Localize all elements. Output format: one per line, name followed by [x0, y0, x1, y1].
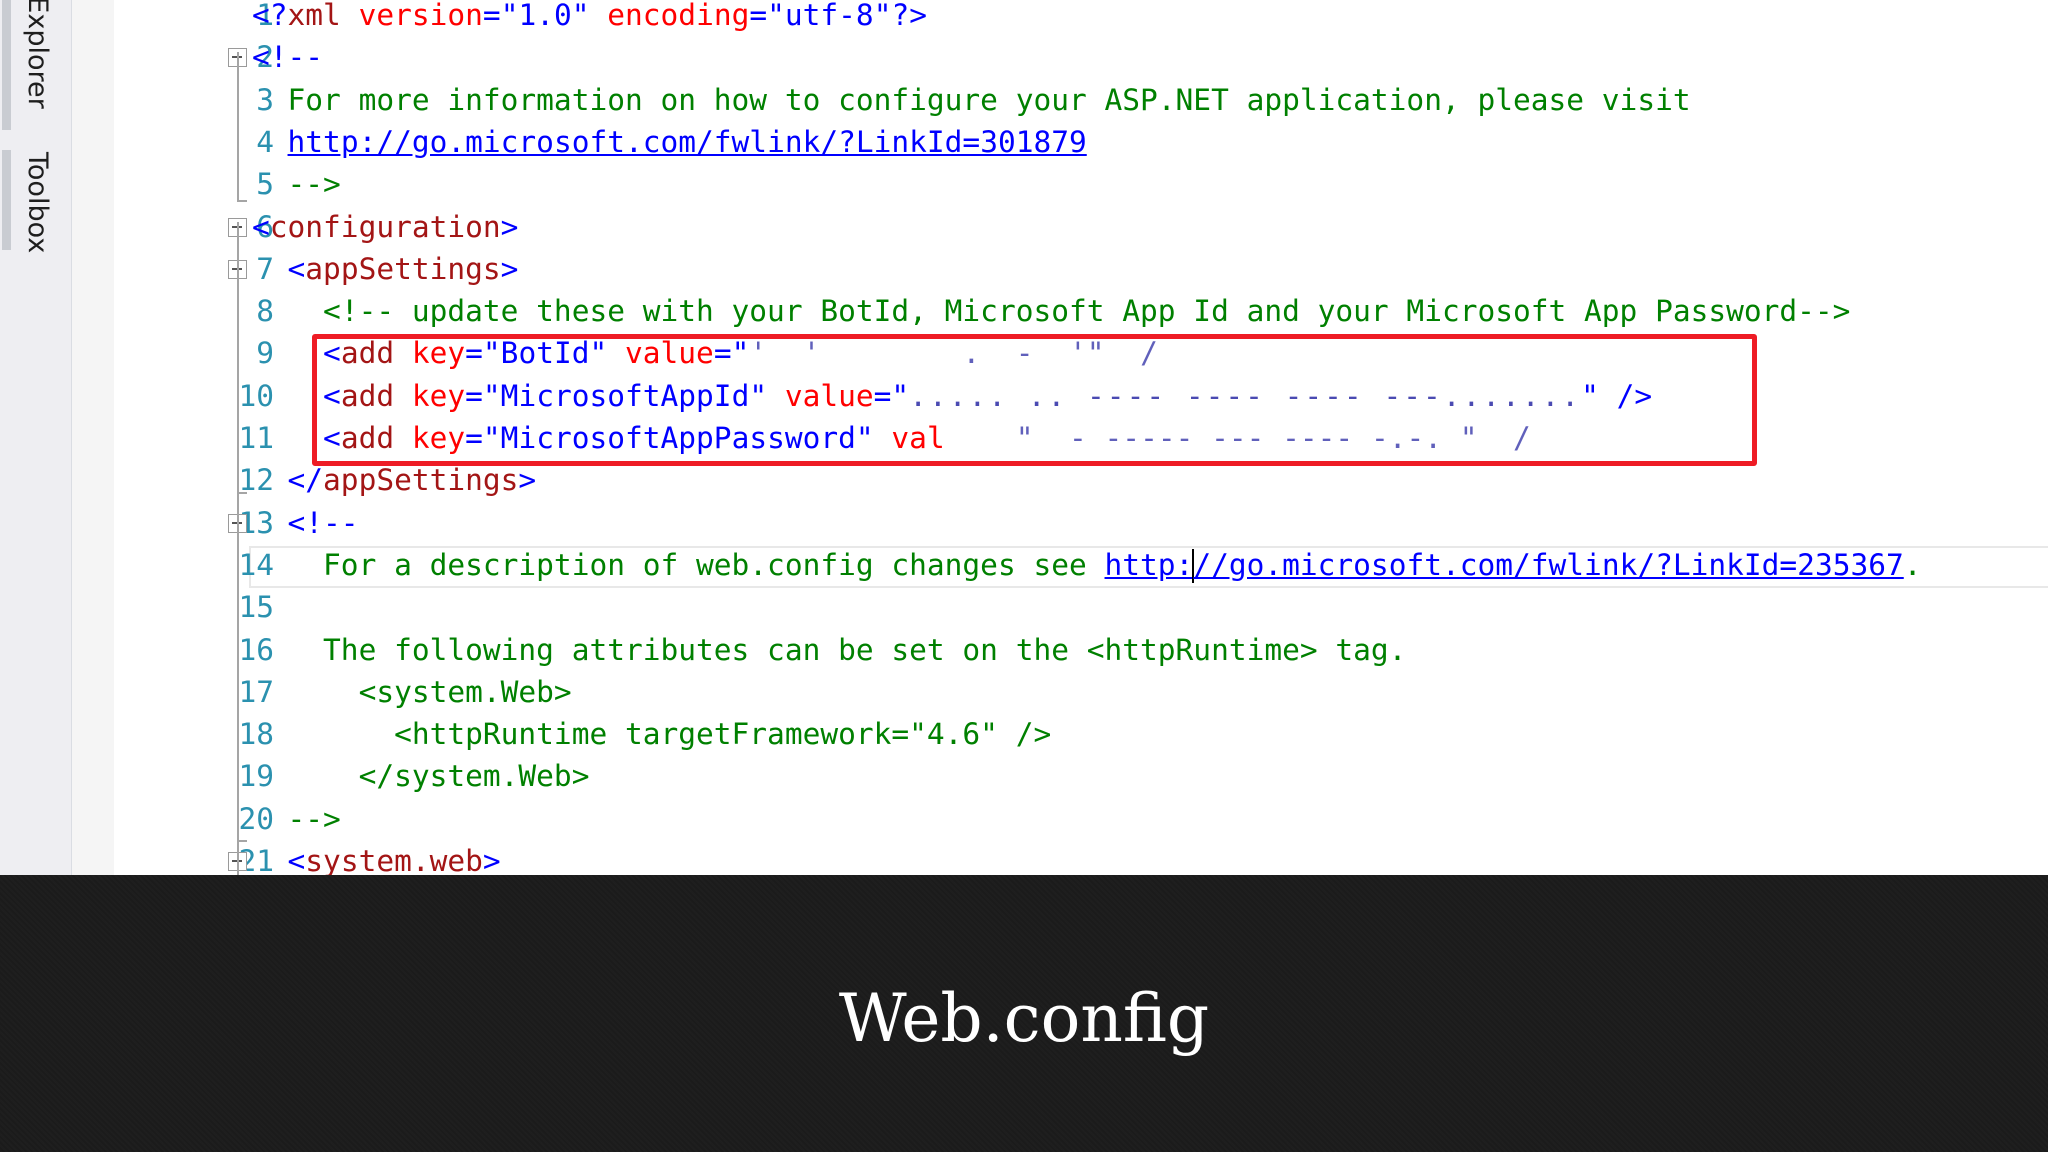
- code-text: <configuration>: [252, 206, 518, 248]
- fold-guide: [237, 286, 239, 494]
- code-token: version: [340, 0, 483, 32]
- code-text: http://go.microsoft.com/fwlink/?LinkId=3…: [252, 121, 1087, 163]
- code-token: The following attributes can be set on t…: [252, 632, 1407, 667]
- app-settings-highlight-box: [312, 334, 1757, 466]
- code-text: <appSettings>: [252, 248, 519, 290]
- code-line[interactable]: 2 <!--: [72, 36, 2048, 78]
- code-token: <system.Web>: [252, 674, 572, 709]
- code-line[interactable]: 3 For more information on how to configu…: [72, 79, 2048, 121]
- code-token: </system.Web>: [252, 759, 590, 794]
- server-explorer-tab[interactable]: er Explorer: [22, 0, 53, 109]
- code-token: >: [500, 209, 519, 244]
- code-text: [252, 586, 270, 628]
- code-token: appSettings: [323, 463, 519, 498]
- toolbox-tab[interactable]: Toolbox: [22, 152, 53, 253]
- hyperlink[interactable]: http://go.microsoft.com/fwlink/?LinkId=3…: [288, 125, 1087, 159]
- code-token: <!--: [252, 40, 324, 75]
- code-line[interactable]: 13 <!--: [72, 502, 2048, 544]
- code-text: For more information on how to configure…: [252, 79, 1691, 121]
- code-text: <httpRuntime targetFramework="4.6" />: [252, 713, 1051, 755]
- code-token: For more information on how to configure…: [252, 82, 1691, 117]
- fold-guide-end: [237, 492, 247, 494]
- code-token: ?>: [891, 0, 927, 32]
- code-token: <: [252, 209, 270, 244]
- code-line[interactable]: 7 <appSettings>: [72, 248, 2048, 290]
- code-token: <httpRuntime targetFramework="4.6" />: [252, 717, 1052, 752]
- code-token: <!--: [252, 505, 359, 540]
- code-token: xml: [287, 0, 341, 32]
- code-text: <!-- update these with your BotId, Micro…: [252, 290, 1850, 332]
- fold-guide: [237, 52, 239, 202]
- code-line[interactable]: 17 <system.Web>: [72, 671, 2048, 713]
- code-text: </system.Web>: [252, 755, 590, 797]
- code-token: "utf-8": [767, 0, 892, 32]
- code-editor[interactable]: 1 <?xml version="1.0" encoding="utf-8"?> 2…: [72, 0, 2048, 875]
- hyperlink[interactable]: //go.microsoft.com/fwlink/?LinkId=235367: [1193, 548, 1903, 582]
- code-token: -->: [252, 801, 341, 836]
- code-text: -->: [252, 163, 341, 205]
- code-text: <system.web>: [252, 840, 501, 875]
- code-line[interactable]: 5 -->: [72, 163, 2048, 205]
- code-line[interactable]: 4 http://go.microsoft.com/fwlink/?LinkId…: [72, 121, 2048, 163]
- code-token: -->: [252, 167, 341, 202]
- code-token: =: [482, 0, 501, 32]
- code-token: >: [500, 251, 519, 286]
- code-line[interactable]: 8 <!-- update these with your BotId, Mic…: [72, 290, 2048, 332]
- code-token: "1.0": [500, 0, 590, 32]
- code-token: <: [252, 844, 306, 875]
- code-line[interactable]: 19 </system.Web>: [72, 755, 2048, 797]
- code-text: For a description of web.config changes …: [252, 544, 1922, 586]
- code-line[interactable]: 14 For a description of web.config chang…: [72, 544, 2048, 586]
- fold-guide: [237, 540, 239, 842]
- caption-bar: Web.config: [0, 875, 2048, 1152]
- code-token: <: [252, 251, 306, 286]
- code-token: =: [749, 0, 768, 32]
- tool-window-strip: er Explorer Toolbox: [0, 0, 72, 875]
- code-text: The following attributes can be set on t…: [252, 629, 1406, 671]
- code-text: <!--: [252, 502, 359, 544]
- code-text: <?xml version="1.0" encoding="utf-8"?>: [252, 0, 927, 36]
- code-text: <system.Web>: [252, 671, 572, 713]
- fold-guide-end: [237, 840, 247, 842]
- code-text: -->: [252, 798, 341, 840]
- server-explorer-tab-marker: [2, 0, 11, 130]
- toolbox-tab-marker: [2, 150, 11, 250]
- code-line[interactable]: 15: [72, 586, 2048, 628]
- hyperlink[interactable]: http:: [1105, 548, 1194, 582]
- code-line[interactable]: 16 The following attributes can be set o…: [72, 629, 2048, 671]
- code-token: <?: [252, 0, 288, 32]
- code-token: <!-- update these with your BotId, Micro…: [252, 294, 1851, 329]
- code-token: system.web: [305, 844, 483, 875]
- code-line[interactable]: 1 <?xml version="1.0" encoding="utf-8"?>: [72, 0, 2048, 36]
- code-line[interactable]: 20 -->: [72, 798, 2048, 840]
- code-token: .: [1903, 547, 1922, 582]
- code-token: >: [518, 463, 537, 498]
- code-token: For a description of web.config changes …: [252, 547, 1105, 582]
- code-line[interactable]: 21 <system.web>: [72, 840, 2048, 875]
- code-token: encoding: [589, 0, 750, 32]
- code-text: <!--: [252, 36, 323, 78]
- code-token: configuration: [269, 209, 501, 244]
- code-token: >: [482, 844, 501, 875]
- code-token: </: [252, 463, 324, 498]
- code-line[interactable]: 6 <configuration>: [72, 206, 2048, 248]
- code-token: appSettings: [305, 251, 501, 286]
- code-line[interactable]: 18 <httpRuntime targetFramework="4.6" />: [72, 713, 2048, 755]
- fold-guide-end: [237, 200, 247, 202]
- caption-title: Web.config: [838, 980, 1210, 1057]
